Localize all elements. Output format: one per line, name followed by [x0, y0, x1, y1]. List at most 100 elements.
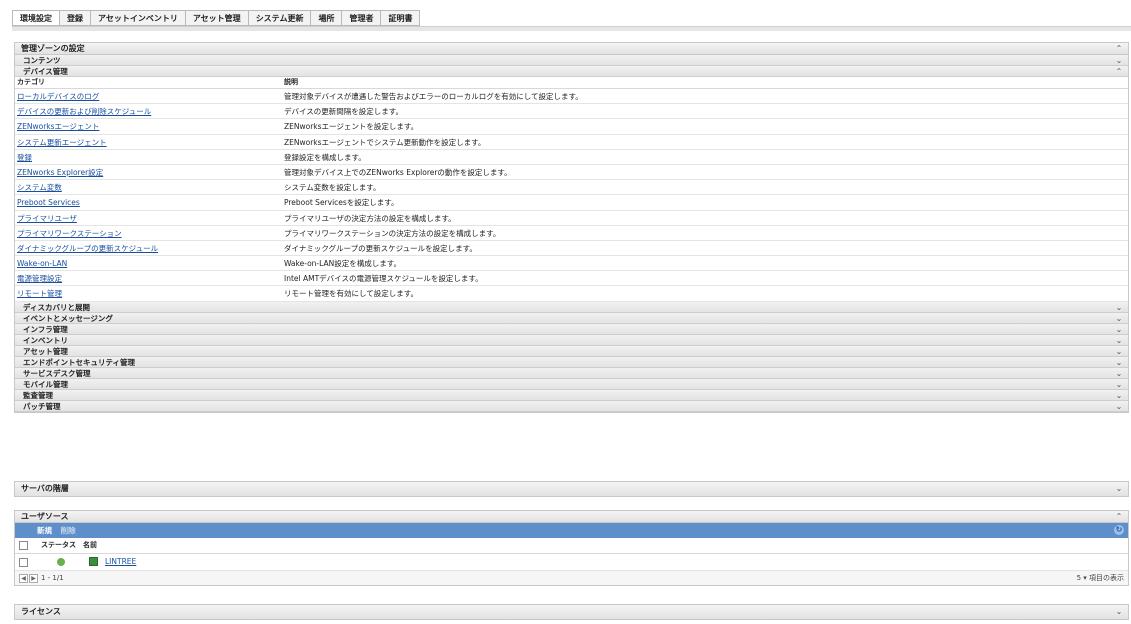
- user-source-header[interactable]: ユーザソース ⌃: [15, 511, 1128, 523]
- category-description: システム変数を設定します。: [284, 183, 381, 193]
- section-label: サービスデスク管理: [23, 368, 91, 378]
- tab-system-update[interactable]: システム更新: [248, 10, 312, 26]
- license-header[interactable]: ライセンス ⌄: [15, 605, 1128, 619]
- top-tabs: 環境設定 登録 アセットインベントリ アセット管理 システム更新 場所 管理者 …: [12, 10, 421, 26]
- section-header[interactable]: モバイル管理 ⌄: [15, 378, 1128, 390]
- section-header[interactable]: インベントリ ⌄: [15, 334, 1128, 346]
- table-row: リモート管理 リモート管理を有効にして設定します。: [15, 286, 1128, 302]
- section-header[interactable]: ディスカバリと展開 ⌄: [15, 301, 1128, 313]
- select-all-checkbox[interactable]: [19, 541, 28, 550]
- new-button[interactable]: 新規: [37, 526, 52, 535]
- category-link[interactable]: ダイナミックグループの更新スケジュール: [17, 241, 158, 255]
- section-header[interactable]: 監査管理 ⌄: [15, 389, 1128, 401]
- category-link[interactable]: システム変数: [17, 180, 62, 194]
- section-header[interactable]: エンドポイントセキュリティ管理 ⌄: [15, 356, 1128, 368]
- section-label: モバイル管理: [23, 379, 68, 389]
- chevron-down-icon[interactable]: ⌄: [1114, 390, 1124, 400]
- pager-range: 1 - 1/1: [41, 574, 64, 582]
- section-label: コンテンツ: [23, 56, 61, 65]
- zone-collapsed-sections: ディスカバリと展開 ⌄ イベントとメッセージング ⌄ インフラ管理 ⌄ インベントリ ⌄ アセッ…: [15, 301, 1128, 412]
- table-row: 登録 登録設定を構成します。: [15, 150, 1128, 165]
- category-link[interactable]: リモート管理: [17, 286, 62, 300]
- server-hierarchy-header[interactable]: サーバの階層 ⌄: [15, 482, 1128, 496]
- user-source-panel: ユーザソース ⌃ 新規 削除 ↻ ステータス 名前 LINTREE ◀ ▶ 1 …: [14, 510, 1129, 586]
- section-content[interactable]: コンテンツ ⌄: [15, 55, 1128, 66]
- delete-button[interactable]: 削除: [61, 526, 76, 535]
- chevron-down-icon[interactable]: ⌄: [1114, 482, 1124, 496]
- zone-settings-title: 管理ゾーンの設定: [21, 44, 85, 53]
- table-row: システム変数 システム変数を設定します。: [15, 180, 1128, 196]
- table-row: ZENworksエージェント ZENworksエージェントを設定します。: [15, 119, 1128, 135]
- table-row: ローカルデバイスのログ 管理対象デバイスが遭遇した警告およびエラーのローカルログを…: [15, 89, 1128, 105]
- license-panel: ライセンス ⌄: [14, 604, 1129, 620]
- table-row: システム更新エージェント ZENworksエージェントでシステム更新動作を設定しま…: [15, 135, 1128, 150]
- chevron-down-icon[interactable]: ⌄: [1114, 313, 1124, 323]
- user-source-title: ユーザソース: [21, 512, 69, 521]
- chevron-down-icon[interactable]: ⌄: [1114, 335, 1124, 345]
- category-link[interactable]: 登録: [17, 150, 32, 164]
- chevron-down-icon[interactable]: ⌄: [1114, 357, 1124, 367]
- table-row: 電源管理設定 Intel AMTデバイスの電源管理スケジュールを設定します。: [15, 271, 1128, 287]
- row-checkbox[interactable]: [19, 558, 28, 567]
- refresh-icon[interactable]: ↻: [1114, 525, 1124, 535]
- category-description: ダイナミックグループの更新スケジュールを設定します。: [284, 243, 477, 253]
- chevron-up-icon[interactable]: ⌃: [1114, 66, 1124, 76]
- category-link[interactable]: デバイスの更新および削除スケジュール: [17, 104, 151, 118]
- chevron-down-icon[interactable]: ⌄: [1114, 605, 1124, 619]
- section-header[interactable]: インフラ管理 ⌄: [15, 323, 1128, 335]
- tab-environment-settings[interactable]: 環境設定: [12, 10, 60, 26]
- section-header[interactable]: サービスデスク管理 ⌄: [15, 367, 1128, 379]
- prev-page-icon[interactable]: ◀: [19, 574, 28, 583]
- server-hierarchy-panel: サーバの階層 ⌄: [14, 481, 1129, 497]
- section-label: エンドポイントセキュリティ管理: [23, 357, 136, 367]
- section-header[interactable]: イベントとメッセージング ⌄: [15, 312, 1128, 324]
- category-description: プライマリワークステーションの決定方法の設定を構成します。: [284, 228, 501, 238]
- category-link[interactable]: プライマリワークステーション: [17, 226, 122, 240]
- category-link[interactable]: ZENworks Explorer設定: [17, 165, 103, 179]
- category-description: プライマリユーザの決定方法の設定を構成します。: [284, 213, 456, 223]
- chevron-down-icon[interactable]: ⌄: [1114, 55, 1124, 65]
- pager: ◀ ▶ 1 - 1/1 5 ▾ 項目の表示: [15, 571, 1128, 585]
- section-label: アセット管理: [23, 346, 68, 356]
- category-link[interactable]: 電源管理設定: [17, 271, 62, 285]
- category-link[interactable]: Preboot Services: [17, 195, 80, 209]
- chevron-down-icon[interactable]: ⌄: [1114, 346, 1124, 356]
- section-label: ディスカバリと展開: [23, 302, 90, 312]
- category-description: 管理対象デバイス上でのZENworks Explorerの動作を設定します。: [284, 167, 512, 177]
- chevron-down-icon[interactable]: ⌄: [1114, 401, 1124, 411]
- category-link[interactable]: ローカルデバイスのログ: [17, 89, 99, 103]
- chevron-up-icon[interactable]: ⌃: [1114, 511, 1124, 522]
- category-description: Preboot Servicesを設定します。: [284, 198, 399, 208]
- zone-settings-header[interactable]: 管理ゾーンの設定 ⌃: [15, 43, 1128, 55]
- tab-asset-management[interactable]: アセット管理: [185, 10, 249, 26]
- tab-registration[interactable]: 登録: [60, 10, 91, 26]
- category-link[interactable]: プライマリユーザ: [17, 211, 77, 225]
- tab-certificates[interactable]: 証明書: [381, 10, 421, 26]
- tab-administrators[interactable]: 管理者: [342, 10, 382, 26]
- user-source-link[interactable]: LINTREE: [105, 554, 136, 570]
- zone-settings-panel: 管理ゾーンの設定 ⌃ コンテンツ ⌄ デバイス管理 ⌃ カテゴリ 説明 ローカル…: [14, 42, 1129, 413]
- category-link[interactable]: ZENworksエージェント: [17, 119, 99, 133]
- section-header[interactable]: パッチ管理 ⌄: [15, 400, 1128, 412]
- chevron-up-icon[interactable]: ⌃: [1114, 43, 1124, 54]
- section-label: インベントリ: [23, 335, 68, 345]
- tab-asset-inventory[interactable]: アセットインベントリ: [91, 10, 186, 26]
- table-row: プライマリワークステーション プライマリワークステーションの決定方法の設定を構成し…: [15, 226, 1128, 241]
- table-row: ダイナミックグループの更新スケジュール ダイナミックグループの更新スケジュールを設…: [15, 241, 1128, 257]
- category-link[interactable]: Wake-on-LAN: [17, 256, 67, 270]
- server-hierarchy-title: サーバの階層: [21, 484, 69, 493]
- next-page-icon[interactable]: ▶: [29, 574, 38, 583]
- page-size-select[interactable]: 5 ▾ 項目の表示: [1077, 571, 1124, 585]
- section-label: デバイス管理: [23, 67, 68, 76]
- category-description: Intel AMTデバイスの電源管理スケジュールを設定します。: [284, 274, 483, 284]
- section-label: インフラ管理: [23, 324, 68, 334]
- chevron-down-icon[interactable]: ⌄: [1114, 368, 1124, 378]
- tab-locations[interactable]: 場所: [311, 10, 343, 26]
- chevron-down-icon[interactable]: ⌄: [1114, 302, 1124, 312]
- section-header[interactable]: アセット管理 ⌄: [15, 345, 1128, 357]
- chevron-down-icon[interactable]: ⌄: [1114, 324, 1124, 334]
- device-mgmt-column-header: カテゴリ 説明: [15, 77, 1128, 89]
- chevron-down-icon[interactable]: ⌄: [1114, 379, 1124, 389]
- section-device-management[interactable]: デバイス管理 ⌃: [15, 66, 1128, 77]
- category-link[interactable]: システム更新エージェント: [17, 135, 107, 149]
